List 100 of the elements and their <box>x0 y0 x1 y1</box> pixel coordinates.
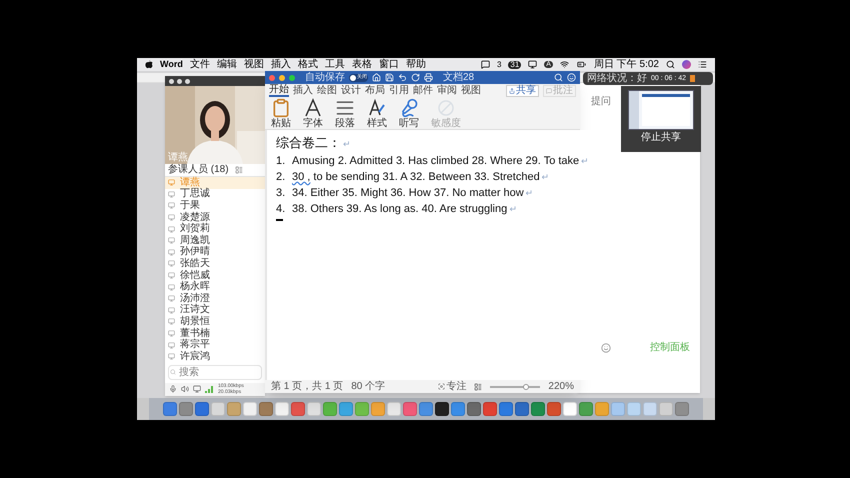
ribbon-tab[interactable]: 绘图 <box>317 86 337 96</box>
speaker-icon[interactable] <box>181 385 189 394</box>
monitor-icon <box>168 353 175 360</box>
participant-row[interactable]: 凌楚源 <box>165 212 265 224</box>
monitor-icon <box>168 190 175 198</box>
menu-item[interactable]: 表格 <box>352 60 372 70</box>
ribbon-button[interactable]: 听写 <box>399 98 419 128</box>
styles-icon <box>369 98 385 116</box>
menu-item[interactable]: 文件 <box>190 60 210 70</box>
line-text: to be sending 31. A 32. Between 33. Stretched <box>312 170 540 185</box>
ribbon-tab[interactable]: 布局 <box>365 86 385 96</box>
participant-row[interactable]: 于果 <box>165 200 265 212</box>
ribbon-tab[interactable]: 插入 <box>293 86 313 96</box>
menu-icon[interactable] <box>698 60 707 69</box>
view-icon[interactable] <box>234 166 243 174</box>
ribbon-tab[interactable]: 视图 <box>461 86 481 96</box>
zoom-thumb[interactable] <box>523 384 530 390</box>
ribbon-button[interactable]: 段落 <box>335 98 355 128</box>
participant-row[interactable]: 胡景恒 <box>165 316 265 328</box>
screen-thumbnail <box>628 90 694 130</box>
app-menu[interactable]: Word <box>160 60 183 69</box>
ribbon-button[interactable]: 字体 <box>303 98 323 128</box>
participant-name: 汪诗文 <box>180 305 210 316</box>
search-icon[interactable] <box>666 60 675 69</box>
page-count: 第 1 页，共 1 页 <box>271 382 344 392</box>
menu-item[interactable]: 窗口 <box>378 60 399 70</box>
record-icon <box>690 75 696 82</box>
paragraph-mark: ↵ <box>581 155 590 168</box>
ribbon-tab[interactable]: 设计 <box>341 86 361 96</box>
participant-row[interactable]: 孙伊晴 <box>165 246 265 258</box>
chat-count: 3 <box>496 60 502 68</box>
close-button[interactable] <box>269 74 275 80</box>
paragraph-mark: ↵ <box>526 187 534 200</box>
participant-row[interactable]: 汤沛澄 <box>165 292 265 305</box>
participant-row[interactable]: 杨永晖 <box>165 281 265 293</box>
emoji-icon[interactable] <box>601 343 611 353</box>
home-icon[interactable] <box>372 73 381 82</box>
participant-row[interactable]: 刘贺莉 <box>165 223 265 235</box>
ribbon-tab[interactable]: 引用 <box>389 86 409 96</box>
save-icon[interactable] <box>385 73 394 82</box>
monitor-icon <box>168 248 175 256</box>
notification-count[interactable]: 31 <box>508 60 522 68</box>
minimize-button[interactable] <box>279 74 285 80</box>
participant-name: 周逸凯 <box>180 236 210 246</box>
app-icon[interactable] <box>435 402 449 416</box>
menu-item[interactable]: 帮助 <box>406 60 426 70</box>
participant-row[interactable]: 董书楠 <box>165 328 265 340</box>
menu-clock[interactable]: 周日 下午 5:02 <box>594 60 659 70</box>
menu-item[interactable]: 格式 <box>298 60 318 70</box>
ribbon-tab[interactable]: 邮件 <box>413 86 433 96</box>
menu-item[interactable]: 工具 <box>324 60 345 70</box>
participant-name: 谭燕 <box>180 178 200 188</box>
participant-name: 刘贺莉 <box>180 224 210 234</box>
menu-item[interactable]: 视图 <box>244 60 264 70</box>
microphone-icon <box>399 98 419 118</box>
monitor-icon <box>168 318 175 326</box>
participant-row[interactable]: 周逸凯 <box>165 234 265 247</box>
participant-row[interactable]: 许宸鸿 <box>165 350 265 362</box>
word-count: 80 个字 <box>351 382 386 392</box>
menu-item[interactable]: 编辑 <box>216 60 237 70</box>
apple-icon[interactable] <box>145 60 153 69</box>
redo-icon[interactable] <box>411 73 420 82</box>
screen-icon[interactable] <box>193 385 201 394</box>
stop-share-button[interactable]: 停止共享 <box>641 133 681 143</box>
layout-icon[interactable] <box>474 382 482 390</box>
list-number: 1. <box>276 154 286 169</box>
list-number: 4. <box>276 202 286 217</box>
print-icon[interactable] <box>424 73 433 82</box>
zoom-button[interactable] <box>289 74 295 80</box>
siri-icon[interactable] <box>682 60 691 69</box>
wifi-icon[interactable] <box>560 60 569 69</box>
participant-row[interactable]: 徐恺威 <box>165 270 265 282</box>
monitor-icon <box>168 330 175 338</box>
menu-item[interactable]: 插入 <box>270 60 291 70</box>
focus-button[interactable]: 专注 <box>438 382 466 392</box>
monitor-icon <box>168 214 175 222</box>
microphone-icon[interactable] <box>169 385 177 394</box>
participant-row[interactable]: 丁思诚 <box>165 188 265 200</box>
undo-icon[interactable] <box>398 73 407 82</box>
monitor-icon <box>168 342 175 349</box>
ribbon-button[interactable]: 粘贴 <box>271 98 291 128</box>
participant-row[interactable]: 蒋宗平 <box>165 339 265 351</box>
ribbon-button[interactable]: 样式 <box>367 98 387 128</box>
ribbon-tab[interactable]: 开始 <box>269 84 289 96</box>
network-status: 网络状况：好 <box>587 74 647 84</box>
monitor-icon <box>168 295 175 302</box>
share-button[interactable]: 共享 <box>506 84 539 96</box>
ribbon-tab[interactable]: 审阅 <box>437 86 457 96</box>
battery-icon[interactable] <box>576 60 587 69</box>
participant-row[interactable]: 汪诗文 <box>165 304 265 316</box>
flagged-text: 30 , <box>292 170 310 185</box>
search-field[interactable]: 搜索 <box>168 364 262 380</box>
feedback-icon[interactable] <box>567 73 576 82</box>
focus-icon <box>438 383 446 390</box>
monitor-icon <box>168 226 175 233</box>
chat-icon[interactable] <box>480 60 490 69</box>
participant-row[interactable]: 张皓天 <box>165 258 265 270</box>
monitor-icon[interactable] <box>528 60 538 69</box>
participant-name: 杨永晖 <box>180 282 210 292</box>
participant-name: 于果 <box>180 200 200 211</box>
